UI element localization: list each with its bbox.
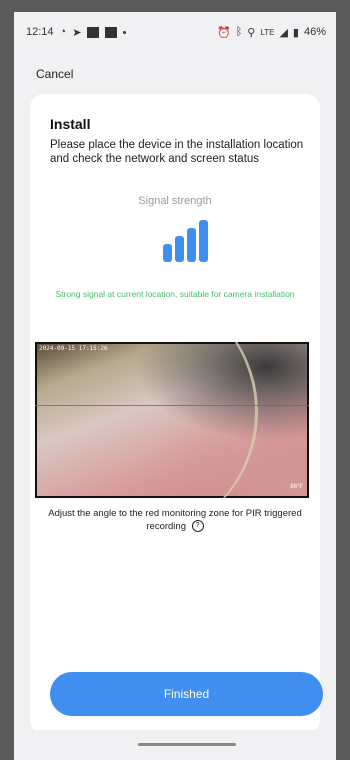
signal-bar	[175, 236, 184, 262]
battery-icon: ▮	[292, 26, 299, 39]
signal-bar	[199, 220, 208, 262]
status-bar: 12:14 ◔ ➤ ⏰ ᛒ ⚲ LTE ◢ ▮ 46%	[14, 12, 336, 52]
page-title: Install	[50, 116, 91, 132]
pir-instruction-text: Adjust the angle to the red monitoring z…	[48, 508, 302, 532]
whatsapp-icon: ◔	[59, 26, 67, 38]
notification-icon	[105, 26, 118, 38]
pir-instruction: Adjust the angle to the red monitoring z…	[48, 507, 302, 533]
more-notifications-icon	[123, 30, 127, 34]
phone-screen: 12:14 ◔ ➤ ⏰ ᛒ ⚲ LTE ◢ ▮ 46% Cancel Insta…	[14, 12, 336, 760]
signal-bar	[187, 228, 196, 262]
notification-icon	[87, 26, 100, 38]
alarm-icon: ⏰	[216, 26, 231, 39]
signal-strength-label: Signal strength	[138, 195, 212, 207]
location-icon: ⚲	[247, 26, 256, 39]
cancel-button[interactable]: Cancel	[36, 67, 73, 81]
battery-level: 46%	[303, 26, 326, 38]
camera-temperature: 86°F	[290, 484, 303, 490]
cell-signal-icon: ◢	[279, 26, 288, 39]
camera-timestamp: 2024-09-15 17:15:26	[39, 345, 108, 352]
pir-zone-line	[35, 405, 309, 406]
bluetooth-icon: ᛒ	[235, 26, 243, 38]
send-icon: ➤	[72, 26, 82, 39]
signal-status-text: Strong signal at current location, suita…	[55, 289, 295, 299]
help-icon[interactable]: ?	[191, 520, 204, 533]
nav-bar	[14, 730, 336, 760]
install-card: Install Please place the device in the i…	[30, 94, 323, 734]
network-type: LTE	[260, 27, 275, 37]
home-gesture-handle[interactable]	[138, 743, 236, 746]
signal-strength-icon	[163, 214, 213, 262]
status-time: 12:14	[26, 26, 54, 38]
install-description: Please place the device in the installat…	[50, 139, 304, 165]
camera-preview: 2024-09-15 17:15:26 86°F	[35, 342, 309, 498]
signal-bar	[163, 244, 172, 262]
finished-button[interactable]: Finished	[50, 672, 323, 716]
